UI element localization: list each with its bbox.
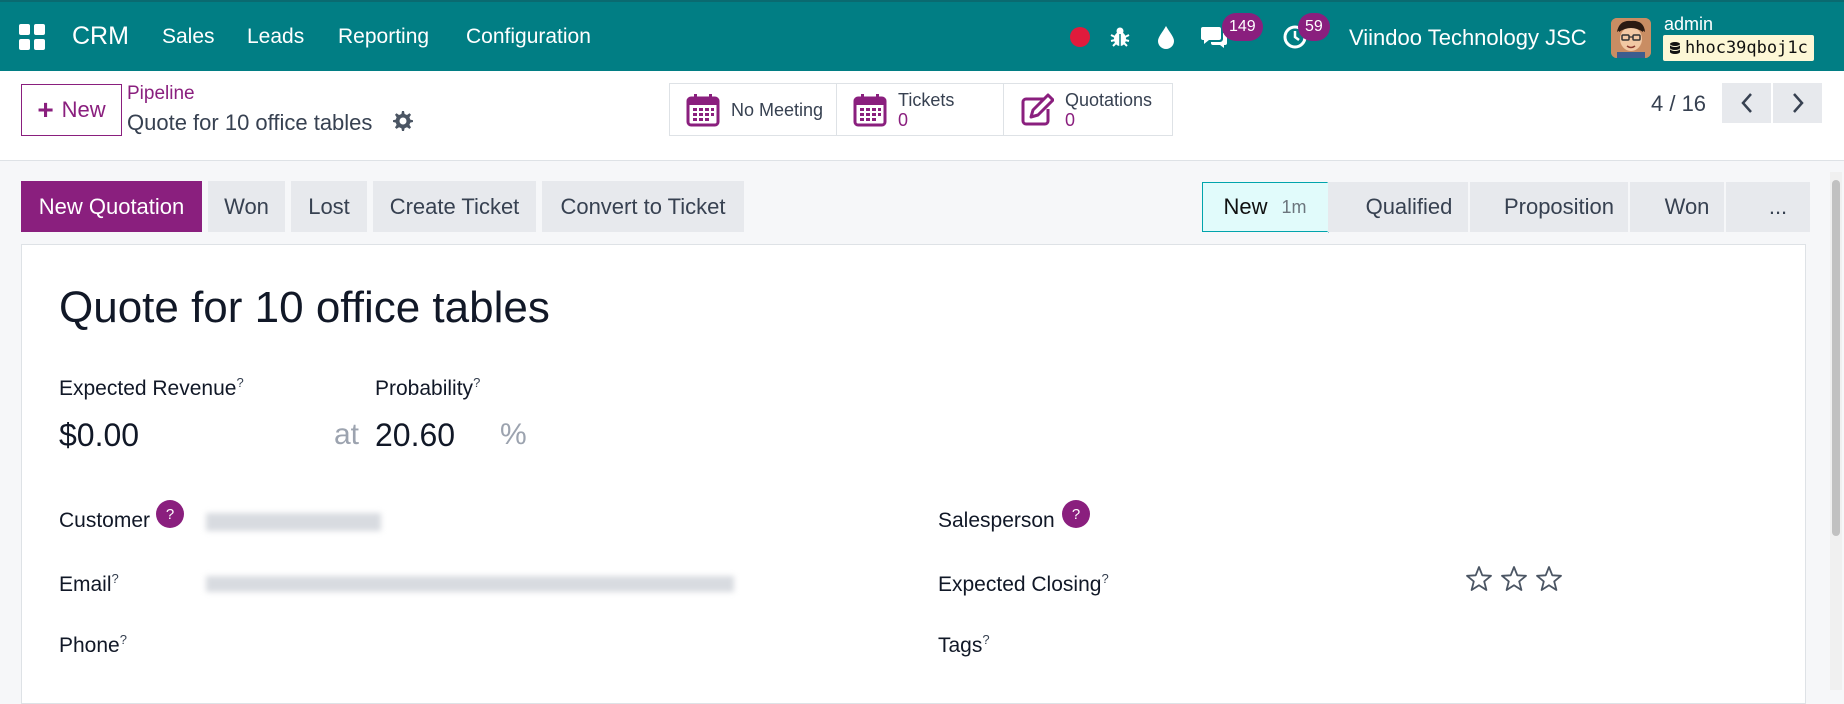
phone-label: Phone? bbox=[59, 632, 127, 657]
drop-icon[interactable] bbox=[1156, 24, 1176, 50]
star-icon[interactable] bbox=[1535, 565, 1563, 593]
plus-icon: + bbox=[37, 94, 54, 125]
tooltip-marker: ? bbox=[473, 375, 481, 390]
stage-label: Won bbox=[1664, 194, 1710, 219]
database-tag: hhoc39qboj1c bbox=[1663, 35, 1814, 61]
stage-more-button[interactable]: ... bbox=[1724, 182, 1810, 232]
pencil-square-icon bbox=[1021, 93, 1054, 125]
pager-previous-button[interactable] bbox=[1722, 83, 1771, 123]
tooltip-marker: ? bbox=[119, 632, 127, 647]
user-name[interactable]: admin bbox=[1664, 14, 1713, 35]
database-icon bbox=[1670, 42, 1680, 54]
stage-label: ... bbox=[1768, 194, 1788, 219]
probability-label: Probability? bbox=[375, 375, 481, 400]
new-button[interactable]: + New bbox=[21, 84, 122, 136]
gear-icon[interactable] bbox=[390, 109, 414, 133]
stage-label: New bbox=[1223, 194, 1268, 219]
smart-button-meeting[interactable]: No Meeting bbox=[669, 83, 837, 136]
smart-button-quotations[interactable]: Quotations 0 bbox=[1003, 83, 1173, 136]
salesperson-input[interactable] bbox=[1102, 505, 1662, 539]
opportunity-name-field[interactable]: Quote for 10 office tables bbox=[59, 283, 550, 333]
activities-clock-icon[interactable]: 59 bbox=[1282, 13, 1330, 50]
breadcrumb-pipeline-link[interactable]: Pipeline bbox=[127, 83, 195, 105]
smart-button-tickets[interactable]: Tickets 0 bbox=[836, 83, 1004, 136]
expected-revenue-label: Expected Revenue? bbox=[59, 375, 244, 400]
menu-sales[interactable]: Sales bbox=[162, 25, 215, 49]
calendar-icon bbox=[853, 93, 887, 126]
menu-configuration[interactable]: Configuration bbox=[466, 25, 591, 49]
scrollbar-thumb[interactable] bbox=[1832, 180, 1840, 536]
at-label: at bbox=[334, 418, 360, 451]
activities-count-badge: 59 bbox=[1298, 13, 1330, 41]
tags-input[interactable] bbox=[1102, 627, 1662, 661]
apps-menu-icon[interactable] bbox=[19, 24, 45, 50]
chevron-left-icon bbox=[1740, 93, 1752, 113]
new-button-label: New bbox=[61, 97, 106, 122]
percent-sign: % bbox=[500, 418, 527, 451]
top-navbar: CRM Sales Leads Reporting Configuration … bbox=[0, 0, 1844, 71]
smart-button-label: Tickets bbox=[898, 89, 955, 110]
email-label: Email? bbox=[59, 571, 119, 596]
new-quotation-button[interactable]: New Quotation bbox=[21, 181, 202, 232]
salesperson-help-icon[interactable]: ? bbox=[1062, 500, 1090, 528]
tooltip-marker: ? bbox=[111, 571, 119, 586]
pager-next-button[interactable] bbox=[1773, 83, 1822, 123]
phone-input[interactable] bbox=[200, 627, 760, 661]
stage-statusbar: New 1m Qualified Proposition Won ... bbox=[1202, 182, 1810, 233]
chevron-right-icon bbox=[1792, 93, 1804, 113]
email-input[interactable] bbox=[200, 567, 760, 601]
stage-label: Qualified bbox=[1365, 194, 1453, 219]
smart-button-label: Quotations bbox=[1065, 89, 1153, 110]
stage-new[interactable]: New 1m bbox=[1202, 182, 1350, 233]
lost-button[interactable]: Lost bbox=[291, 181, 367, 232]
company-switcher[interactable]: Viindoo Technology JSC bbox=[1349, 25, 1587, 51]
expected-closing-input[interactable] bbox=[1102, 567, 1442, 601]
form-sheet: Quote for 10 office tables Expected Reve… bbox=[21, 244, 1806, 704]
expected-revenue-input[interactable]: $0.00 bbox=[59, 417, 139, 454]
tickets-count: 0 bbox=[898, 109, 909, 130]
quotations-count: 0 bbox=[1065, 109, 1076, 130]
customer-label: Customer bbox=[59, 509, 151, 532]
stage-proposition[interactable]: Proposition bbox=[1468, 182, 1628, 232]
stage-label: Proposition bbox=[1503, 194, 1615, 219]
messages-count-badge: 149 bbox=[1222, 13, 1263, 41]
stage-won[interactable]: Won bbox=[1628, 182, 1724, 232]
messages-icon[interactable]: 149 bbox=[1200, 13, 1263, 50]
customer-help-icon[interactable]: ? bbox=[156, 500, 184, 528]
stage-duration: 1m bbox=[1281, 196, 1307, 217]
customer-input[interactable] bbox=[200, 505, 760, 539]
page-scrollbar[interactable] bbox=[1830, 172, 1842, 690]
calendar-icon bbox=[686, 93, 720, 126]
tags-label: Tags? bbox=[938, 632, 990, 657]
convert-to-ticket-button[interactable]: Convert to Ticket bbox=[542, 181, 744, 232]
salesperson-label: Salesperson bbox=[938, 509, 1055, 532]
smart-button-label: No Meeting bbox=[731, 99, 824, 120]
expected-closing-label: Expected Closing? bbox=[938, 571, 1109, 596]
star-icon[interactable] bbox=[1465, 565, 1493, 593]
control-panel: + New Pipeline Quote for 10 office tables… bbox=[0, 71, 1844, 161]
tooltip-marker: ? bbox=[236, 375, 244, 390]
record-indicator-icon[interactable] bbox=[1070, 24, 1090, 50]
create-ticket-button[interactable]: Create Ticket bbox=[373, 181, 536, 232]
menu-leads[interactable]: Leads bbox=[247, 25, 304, 49]
stage-qualified[interactable]: Qualified bbox=[1328, 182, 1468, 232]
won-button[interactable]: Won bbox=[208, 181, 285, 232]
user-avatar[interactable] bbox=[1611, 18, 1651, 58]
bug-icon[interactable] bbox=[1108, 24, 1132, 50]
app-name[interactable]: CRM bbox=[72, 22, 129, 51]
database-name: hhoc39qboj1c bbox=[1685, 38, 1808, 58]
tooltip-marker: ? bbox=[982, 632, 990, 647]
pager-value[interactable]: 4 / 16 bbox=[1651, 91, 1706, 117]
star-icon[interactable] bbox=[1500, 565, 1528, 593]
probability-input[interactable]: 20.60 bbox=[375, 417, 455, 454]
breadcrumb-current-record: Quote for 10 office tables bbox=[127, 110, 373, 135]
menu-reporting[interactable]: Reporting bbox=[338, 25, 429, 49]
